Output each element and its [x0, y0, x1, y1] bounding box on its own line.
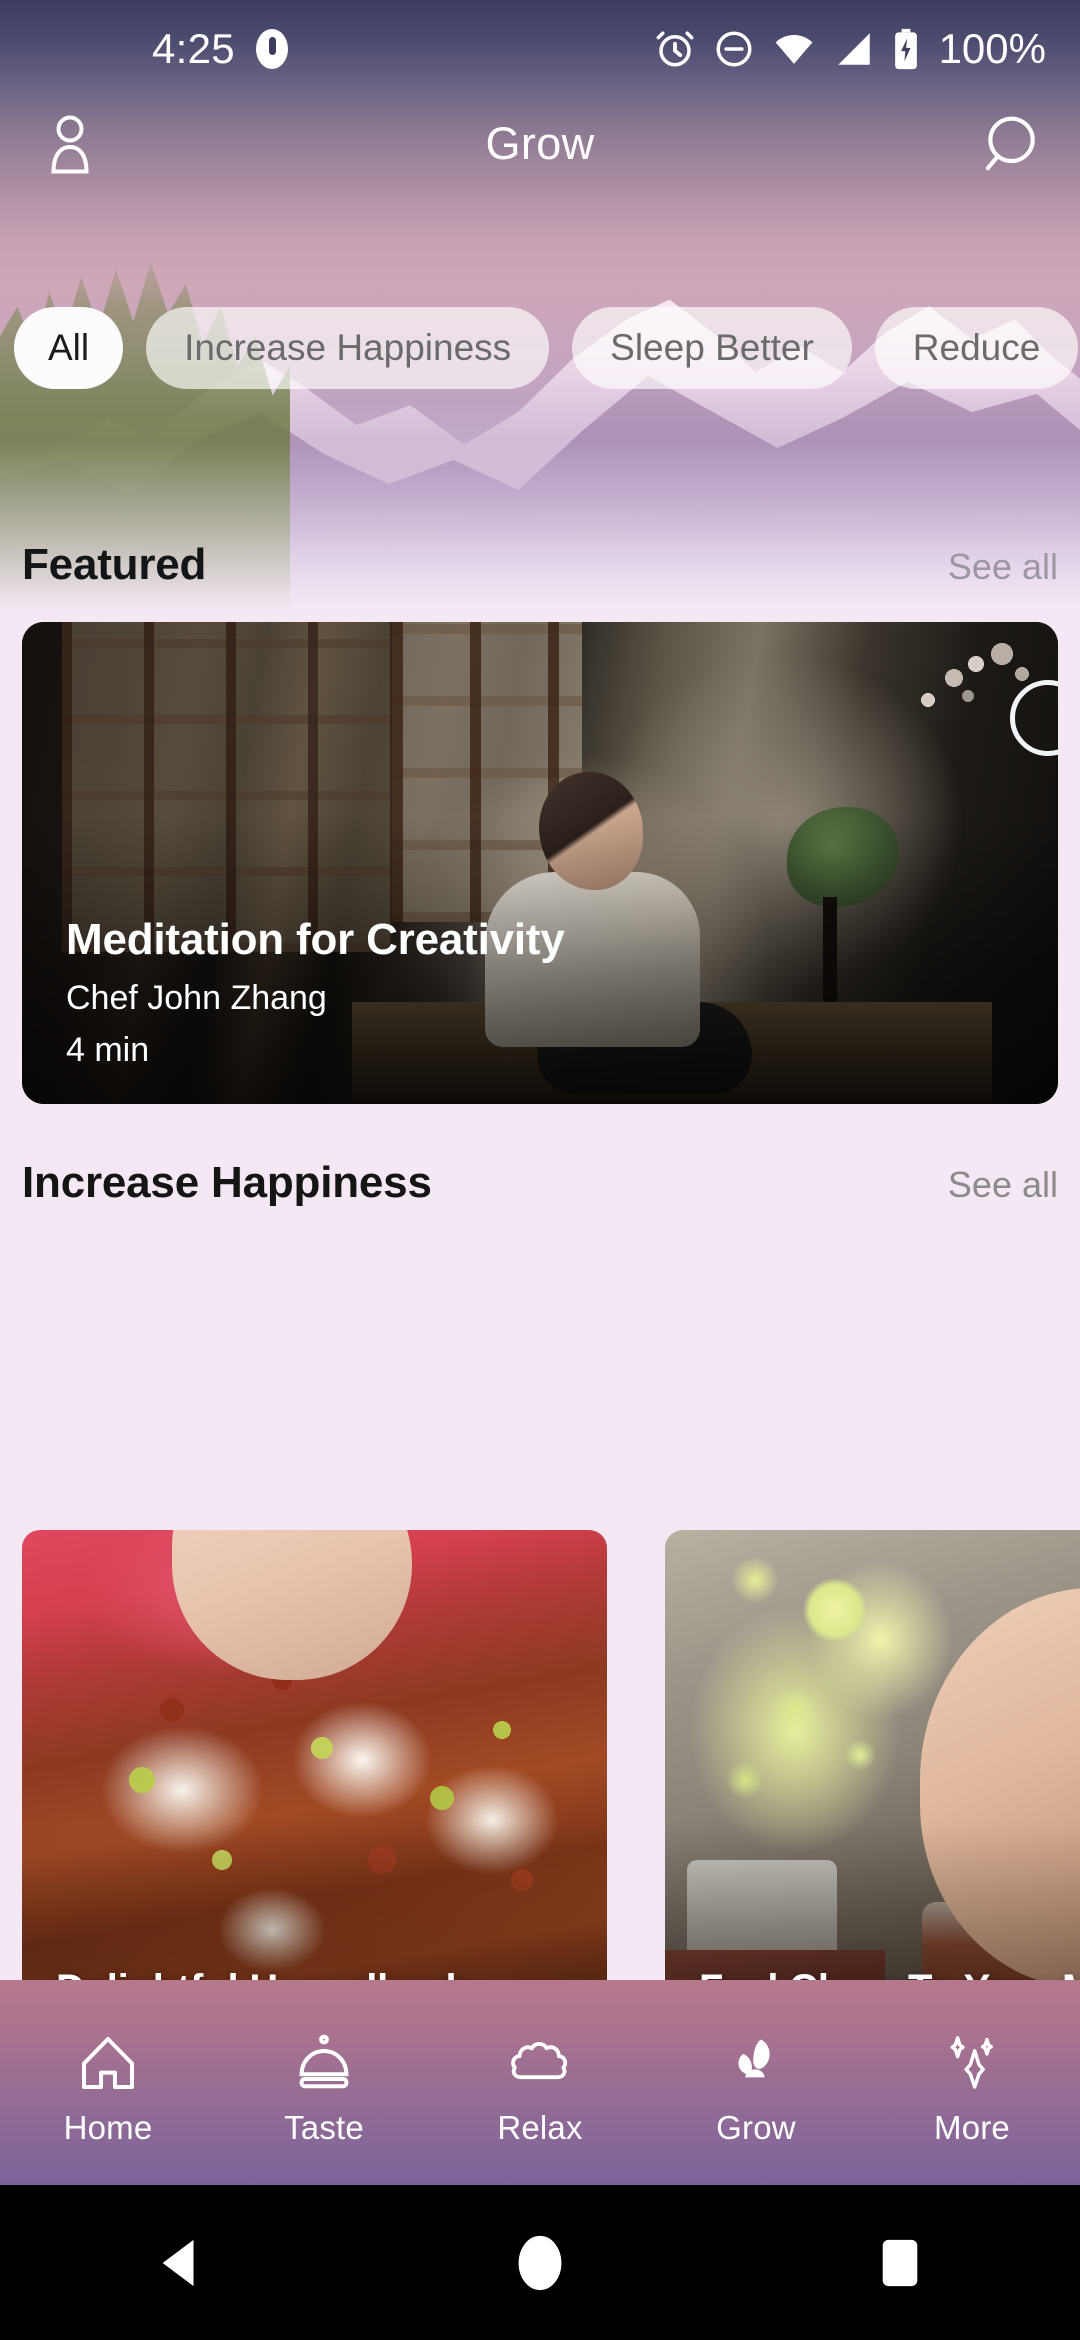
wifi-icon [772, 28, 816, 70]
status-bar: 4:25 100% [0, 0, 1080, 98]
nav-item-more[interactable]: More [864, 2019, 1080, 2147]
nav-label-taste: Taste [284, 2108, 364, 2146]
cellular-signal-icon [833, 28, 875, 70]
battery-icon [892, 28, 920, 70]
profile-icon[interactable] [34, 108, 106, 180]
nav-item-taste[interactable]: Taste [216, 2019, 432, 2147]
happiness-section-title: Increase Happiness [22, 1158, 432, 1207]
status-bar-clock: 4:25 [152, 25, 235, 72]
featured-section-header: Featured See all [0, 540, 1080, 590]
notification-icon [255, 28, 289, 70]
nav-label-relax: Relax [497, 2108, 583, 2146]
nav-item-home[interactable]: Home [0, 2019, 216, 2147]
happiness-see-all-link[interactable]: See all [948, 1164, 1058, 1206]
search-icon[interactable] [974, 108, 1046, 180]
nav-item-grow[interactable]: Grow [648, 2019, 864, 2147]
status-bar-right: 100% [654, 25, 1046, 73]
nav-label-home: Home [63, 2108, 153, 2146]
chip-reduce[interactable]: Reduce [874, 307, 1079, 389]
recents-button[interactable] [840, 2213, 960, 2313]
do-not-disturb-icon [713, 28, 755, 70]
featured-section-title: Featured [22, 540, 207, 589]
chip-all[interactable]: All [14, 307, 124, 389]
chip-sleep-better[interactable]: Sleep Better [572, 307, 852, 389]
sprout-icon [724, 2027, 788, 2099]
happiness-section-header: Increase Happiness See all [0, 1158, 1080, 1208]
app-bar: Grow [0, 98, 1080, 190]
home-icon [76, 2027, 140, 2099]
nav-label-more: More [934, 2108, 1010, 2146]
featured-card-author: Chef John Zhang [66, 979, 327, 1017]
sparkle-icon [940, 2027, 1004, 2099]
android-system-navigation[interactable] [0, 2185, 1080, 2340]
battery-percent-label: 100% [938, 25, 1046, 72]
back-button[interactable] [120, 2213, 240, 2313]
nav-label-grow: Grow [716, 2108, 796, 2146]
featured-card[interactable]: Meditation for Creativity Chef John Zhan… [22, 622, 1058, 1104]
cloud-icon [507, 2027, 573, 2099]
cloche-icon [292, 2027, 356, 2099]
chip-increase-happiness[interactable]: Increase Happiness [146, 307, 550, 389]
home-button[interactable] [480, 2213, 600, 2313]
nav-item-relax[interactable]: Relax [432, 2019, 648, 2147]
featured-card-duration: 4 min [66, 1031, 150, 1069]
featured-card-text: Meditation for Creativity Chef John Zhan… [66, 915, 565, 1070]
featured-card-title: Meditation for Creativity [66, 915, 565, 964]
page-title: Grow [485, 118, 595, 169]
category-filter-chips[interactable]: All Increase Happiness Sleep Better Redu… [0, 298, 1080, 398]
alarm-icon [654, 28, 696, 70]
status-bar-left: 4:25 [152, 25, 289, 73]
bottom-navigation-bar[interactable]: Home Taste Relax Grow More [0, 1980, 1080, 2185]
grow-app-screen: 4:25 100% Grow All Increase Happiness Sl… [0, 0, 1080, 2340]
featured-see-all-link[interactable]: See all [948, 546, 1058, 588]
